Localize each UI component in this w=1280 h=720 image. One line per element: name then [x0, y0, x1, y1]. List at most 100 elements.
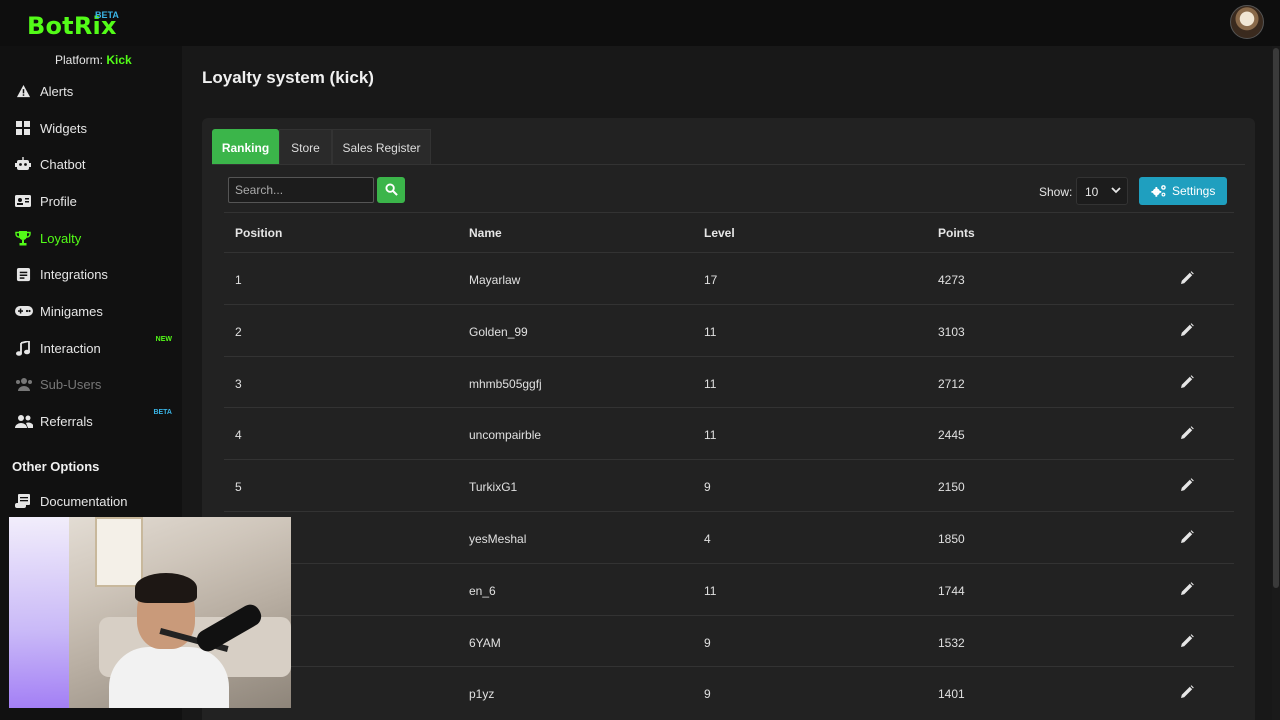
- sidebar-item-label: Documentation: [40, 494, 128, 509]
- cell-points: 2712: [938, 376, 965, 391]
- sidebar-item-alerts[interactable]: Alerts: [0, 76, 182, 108]
- grid-icon: [15, 121, 31, 137]
- edit-pencil-icon[interactable]: [1180, 374, 1194, 389]
- users-icon: [15, 377, 32, 393]
- sidebar-item-sub-users[interactable]: Sub-Users: [0, 369, 182, 401]
- top-bar: BotRix BETA: [0, 0, 1280, 46]
- cell-name: 6YAM: [469, 635, 501, 650]
- table-row: 9p1yz91401: [224, 666, 1234, 718]
- cell-name: en_6: [469, 583, 496, 598]
- background-window: [95, 517, 143, 587]
- search-icon: [385, 183, 398, 196]
- warning-icon: [15, 84, 31, 100]
- tab-store[interactable]: Store: [279, 129, 332, 165]
- column-header-level[interactable]: Level: [704, 226, 735, 240]
- table-row: 86YAM91532: [224, 614, 1234, 667]
- sidebar-item-documentation[interactable]: Documentation: [0, 486, 182, 518]
- sidebar-item-label: Sub-Users: [40, 377, 102, 392]
- sidebar-item-label: Widgets: [40, 121, 87, 136]
- cell-name: mhmb505ggfj: [469, 376, 542, 391]
- loyalty-card: Ranking Store Sales Register Show: 10 Se…: [202, 118, 1255, 720]
- streamer-hair: [135, 573, 197, 603]
- cell-name: Golden_99: [469, 324, 528, 339]
- cell-name: Mayarlaw: [469, 273, 521, 287]
- user-avatar[interactable]: [1230, 5, 1264, 39]
- cell-points: 2445: [938, 428, 965, 443]
- page-title: Loyalty system (kick): [202, 68, 374, 87]
- cell-points: 3103: [938, 324, 965, 339]
- column-header-position[interactable]: Position: [235, 226, 282, 240]
- user-group-icon: [15, 414, 34, 430]
- logo-beta-badge: BETA: [95, 10, 119, 20]
- sidebar-item-label: Interaction: [40, 341, 101, 356]
- sidebar-item-loyalty[interactable]: Loyalty: [0, 223, 182, 255]
- cell-position: 5: [235, 480, 242, 495]
- sidebar-item-label: Profile: [40, 194, 77, 209]
- edit-pencil-icon[interactable]: [1180, 478, 1194, 492]
- page-size-value: 10: [1085, 185, 1099, 199]
- cell-level: 9: [704, 687, 711, 702]
- cell-level: 9: [704, 635, 711, 650]
- cell-level: 9: [704, 480, 711, 495]
- sidebar-item-interaction[interactable]: Interaction NEW: [0, 333, 182, 365]
- table-row: 2 Golden_99 11 3103: [224, 303, 1234, 356]
- table-row: 5 TurkixG1 9 2150: [224, 459, 1234, 511]
- table-row: 6yesMeshal41850: [224, 511, 1234, 563]
- table-row: 4 uncompairble 11 2445: [224, 407, 1234, 459]
- edit-pencil-icon[interactable]: [1180, 581, 1194, 596]
- sidebar-item-label: Alerts: [40, 84, 74, 99]
- search-button[interactable]: [377, 177, 405, 203]
- cell-points: 2150: [938, 480, 965, 495]
- cell-level: 4: [704, 532, 711, 546]
- cell-level: 11: [704, 324, 717, 339]
- cell-level: 11: [704, 583, 717, 598]
- cell-points: 1744: [938, 583, 965, 598]
- platform-indicator: Platform: Kick: [55, 53, 132, 67]
- table-row: 7en_6111744: [224, 562, 1234, 615]
- show-label: Show:: [1039, 185, 1073, 199]
- cell-name: uncompairble: [469, 428, 542, 443]
- sidebar-item-minigames[interactable]: Minigames: [0, 296, 182, 328]
- sidebar-item-label: Integrations: [40, 267, 108, 282]
- cell-level: 11: [704, 428, 717, 443]
- cell-level: 17: [704, 273, 718, 287]
- settings-button[interactable]: Settings: [1139, 177, 1227, 205]
- cell-position: 3: [235, 376, 242, 391]
- edit-pencil-icon[interactable]: [1180, 633, 1194, 648]
- cell-points: 1532: [938, 635, 965, 650]
- table-row: 3 mhmb505ggfj 11 2712: [224, 355, 1234, 408]
- edit-pencil-icon[interactable]: [1180, 271, 1194, 285]
- sidebar-item-widgets[interactable]: Widgets: [0, 113, 182, 145]
- table-row: 1 Mayarlaw 17 4273: [224, 252, 1234, 304]
- cell-name: p1yz: [469, 687, 495, 702]
- tabs-divider: [212, 164, 1245, 165]
- edit-pencil-icon[interactable]: [1180, 685, 1194, 699]
- sidebar-item-chatbot[interactable]: Chatbot: [0, 149, 182, 181]
- sidebar-item-label: Chatbot: [40, 157, 86, 172]
- beta-badge: BETA: [153, 409, 172, 416]
- page-size-select[interactable]: 10: [1076, 177, 1128, 205]
- sidebar-item-profile[interactable]: Profile: [0, 186, 182, 218]
- cell-points: 1401: [938, 687, 965, 702]
- column-header-points[interactable]: Points: [938, 226, 975, 240]
- sidebar-item-integrations[interactable]: Integrations: [0, 259, 182, 291]
- music-note-icon: [15, 339, 31, 357]
- edit-pencil-icon[interactable]: [1180, 426, 1194, 440]
- edit-pencil-icon[interactable]: [1180, 530, 1194, 544]
- edit-pencil-icon[interactable]: [1180, 322, 1194, 337]
- trophy-icon: [15, 231, 31, 247]
- scrollbar-thumb[interactable]: [1273, 48, 1279, 588]
- webcam-overlay: [9, 517, 291, 708]
- table-top-divider: [224, 212, 1234, 213]
- cell-position: 4: [235, 428, 242, 443]
- gamepad-icon: [15, 304, 33, 320]
- sidebar-item-referrals[interactable]: Referrals BETA: [0, 406, 182, 438]
- cell-points: 1850: [938, 532, 965, 546]
- search-input[interactable]: [228, 177, 374, 203]
- column-header-name[interactable]: Name: [469, 226, 502, 240]
- tab-sales-register[interactable]: Sales Register: [332, 129, 431, 165]
- tab-ranking[interactable]: Ranking: [212, 129, 279, 165]
- robot-icon: [15, 157, 31, 173]
- platform-value: Kick: [106, 53, 132, 67]
- id-card-icon: [15, 194, 31, 210]
